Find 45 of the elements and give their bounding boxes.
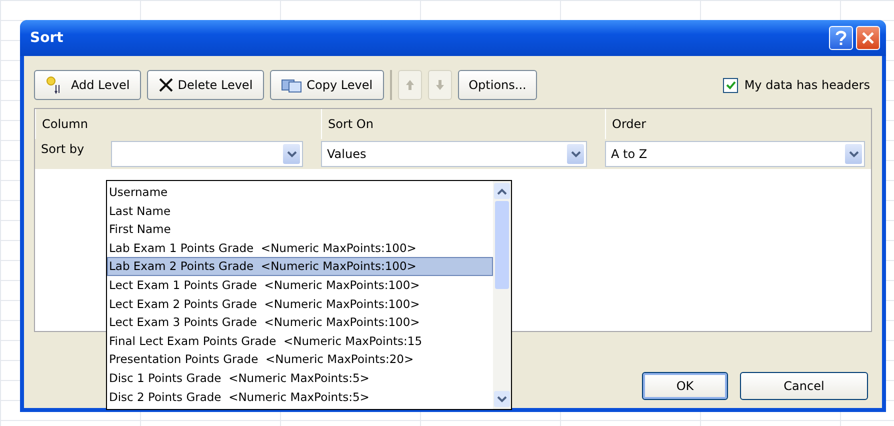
question-mark-icon (835, 30, 847, 46)
chevron-down-icon (570, 150, 580, 158)
ok-button[interactable]: OK (642, 372, 728, 400)
chevron-down-icon (286, 150, 296, 158)
level-label: Sort by (40, 141, 86, 156)
dropdown-option[interactable]: Lab Exam 2 Points Grade <Numeric MaxPoints:100> (107, 257, 493, 276)
dropdown-option[interactable]: Username (107, 183, 493, 202)
check-icon (726, 80, 736, 90)
headers-checkbox[interactable]: My data has headers (723, 78, 870, 92)
checkbox[interactable] (723, 78, 738, 92)
scroll-thumb[interactable] (495, 201, 509, 289)
dropdown-option[interactable]: Disc 2 Points Grade <Numeric MaxPoints:5> (107, 388, 493, 406)
dropdown-button[interactable] (283, 144, 300, 164)
help-button[interactable] (829, 26, 853, 50)
scroll-down-button[interactable] (494, 391, 510, 407)
order-combo[interactable]: A to Z (605, 141, 865, 167)
delete-icon (158, 77, 174, 93)
dropdown-option[interactable]: Presentation Points Grade <Numeric MaxPoints:20> (107, 350, 493, 369)
scrollbar[interactable] (493, 181, 511, 409)
window-title: Sort (30, 30, 64, 46)
chevron-down-icon (497, 396, 507, 402)
sort-on-combo[interactable]: Values (321, 141, 587, 167)
dropdown-option[interactable]: Lab Exam 1 Points Grade <Numeric MaxPoints:100> (107, 238, 493, 258)
chevron-up-icon (497, 188, 507, 194)
dropdown-option[interactable]: First Name (107, 220, 493, 239)
chevron-down-icon (848, 150, 858, 158)
dropdown-option[interactable]: Disc 1 Points Grade <Numeric MaxPoints:5> (107, 368, 493, 388)
arrow-down-icon (434, 79, 445, 91)
scroll-up-button[interactable] (494, 183, 510, 199)
close-button[interactable] (856, 26, 880, 50)
arrow-up-icon (404, 79, 415, 91)
add-level-button[interactable]: Add Level (34, 70, 141, 100)
delete-level-button[interactable]: Delete Level (146, 70, 264, 100)
copy-icon (280, 77, 303, 93)
dropdown-button[interactable] (845, 144, 862, 164)
options-button[interactable]: Options... (458, 70, 538, 100)
cancel-button[interactable]: Cancel (740, 372, 868, 400)
close-icon (862, 32, 874, 44)
dropdown-button[interactable] (567, 144, 584, 164)
dropdown-option[interactable]: Lect Exam 3 Points Grade <Numeric MaxPoints:100> (107, 313, 493, 332)
dropdown-option[interactable]: Final Lect Exam Points Grade <Numeric MaxPoints:15 (107, 332, 493, 350)
dropdown-option[interactable]: Lect Exam 1 Points Grade <Numeric MaxPoints:100> (107, 276, 493, 295)
copy-level-button[interactable]: Copy Level (270, 70, 384, 100)
dropdown-option[interactable]: Lect Exam 2 Points Grade <Numeric MaxPoints:100> (107, 294, 493, 314)
dropdown-option[interactable]: Last Name (107, 202, 493, 220)
